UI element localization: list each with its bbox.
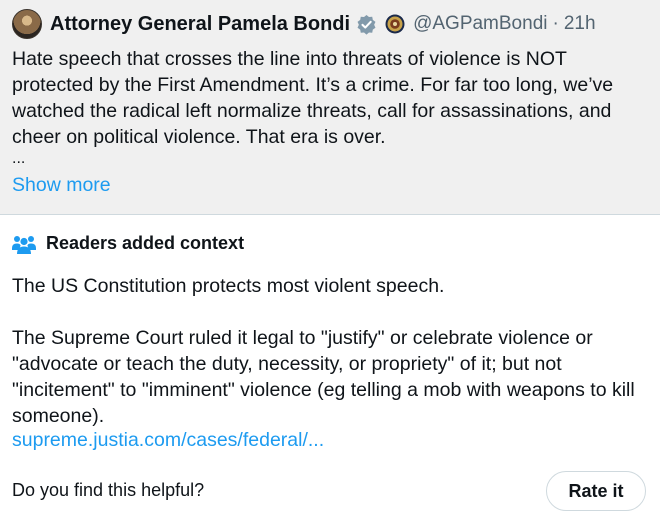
note-paragraph-1: The US Constitution protects most violen… <box>12 275 445 297</box>
people-icon <box>12 235 36 254</box>
tweet-card[interactable]: Attorney General Pamela Bondi @AGPamBond… <box>0 0 660 214</box>
verified-badge-icon[interactable] <box>356 14 377 35</box>
user-handle[interactable]: @AGPamBondi <box>413 13 547 35</box>
source-link[interactable]: supreme.justia.com/cases/federal/... <box>12 429 324 452</box>
tweet-text: Hate speech that crosses the line into t… <box>12 48 614 148</box>
show-more-link[interactable]: Show more <box>12 174 111 197</box>
note-paragraph-2: The Supreme Court ruled it legal to "jus… <box>12 327 635 427</box>
doj-seal-icon <box>385 14 405 34</box>
timestamp[interactable]: 21h <box>564 13 596 35</box>
community-note-header: Readers added context <box>12 233 244 254</box>
tweet-header: Attorney General Pamela Bondi @AGPamBond… <box>12 8 596 40</box>
community-note: Readers added context The US Constitutio… <box>0 214 660 524</box>
separator-dot: · <box>552 13 559 34</box>
display-name[interactable]: Attorney General Pamela Bondi <box>50 13 350 36</box>
rate-it-button[interactable]: Rate it <box>546 471 646 511</box>
helpful-question: Do you find this helpful? <box>12 480 205 500</box>
community-note-body: The US Constitution protects most violen… <box>12 273 652 429</box>
community-note-title: Readers added context <box>46 233 245 253</box>
avatar[interactable] <box>12 9 42 39</box>
truncation-ellipsis: ... <box>12 150 26 167</box>
